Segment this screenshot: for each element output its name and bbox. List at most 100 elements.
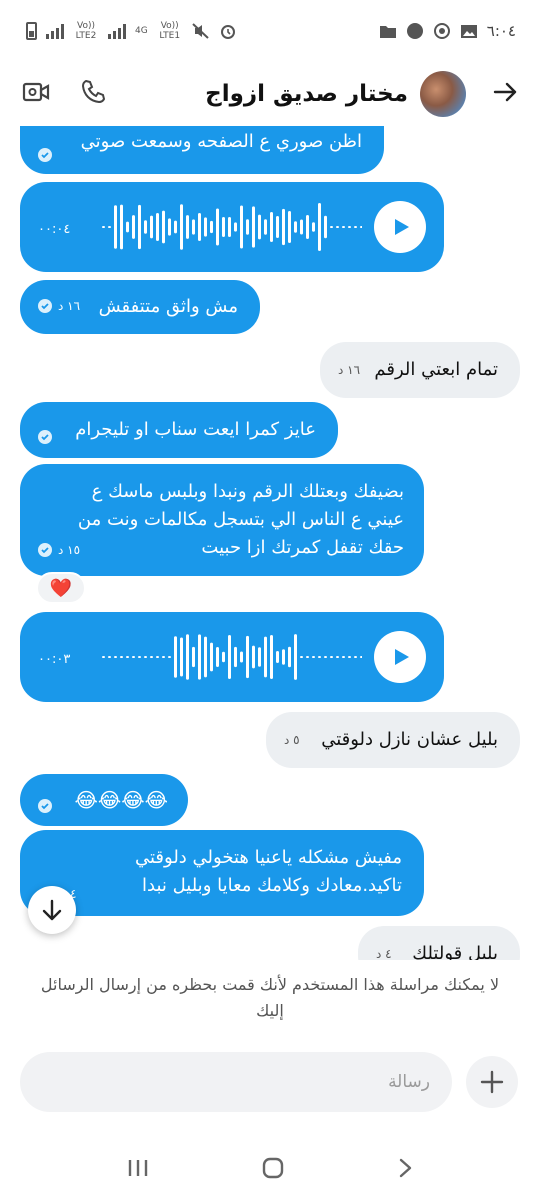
voice-message[interactable]: ٠٠:٠٤	[20, 182, 444, 272]
back-button[interactable]	[396, 1157, 414, 1183]
play-button[interactable]	[374, 631, 426, 683]
seen-check-icon	[38, 148, 52, 162]
heart-reaction[interactable]: ❤️	[36, 572, 86, 604]
waveform-bar	[114, 205, 117, 249]
battery-icon	[26, 22, 37, 40]
video-call-icon[interactable]	[22, 81, 50, 107]
play-button[interactable]	[374, 201, 426, 253]
message-text: بضيفك وبعتلك الرقم ونبدا وبلبس ماسك ع عي…	[78, 478, 404, 562]
waveform-bar	[144, 220, 147, 234]
message-list[interactable]: اظن صوري ع الصفحه وسمعت صوتي ٠٠:٠٤ مش وا…	[0, 126, 540, 960]
sent-message[interactable]: اظن صوري ع الصفحه وسمعت صوتي	[20, 126, 384, 174]
message-time: ١٦ د	[58, 299, 81, 313]
back-arrow-icon[interactable]	[492, 81, 518, 107]
waveform-bar	[330, 226, 333, 228]
waveform-bar	[300, 656, 303, 658]
message-line: عيني ع الناس الي بتسجل مكالمات ونت من	[77, 509, 404, 530]
message-composer[interactable]	[20, 1052, 452, 1112]
message-meta: ١٥ د	[38, 536, 80, 564]
waveform-bar	[306, 214, 309, 240]
waveform-bar	[162, 656, 165, 658]
waveform-bar	[318, 203, 321, 251]
sent-message[interactable]: مش واثق متتفقش ١٦ د	[20, 280, 260, 334]
waveform-bar	[240, 651, 243, 663]
waveform-bar	[252, 206, 255, 248]
signal-icon	[46, 23, 64, 39]
message-text: 😂😂😂😂	[74, 788, 168, 812]
voice-call-icon[interactable]	[80, 79, 106, 109]
add-button[interactable]	[466, 1056, 518, 1108]
message-line: بضيفك وبعتلك الرقم ونبدا وبلبس ماسك ع	[91, 481, 404, 502]
message-text: تمام ابعتي الرقم	[374, 359, 498, 380]
waveform-bar	[180, 637, 183, 677]
arrow-down-icon	[42, 899, 62, 921]
message-line: تاكيد.معادك وكلامك معايا وبليل نبدا	[142, 875, 402, 896]
received-message[interactable]: بليل قولتلك ٤ د	[358, 926, 520, 960]
waveform-bar	[342, 226, 345, 228]
waveform-bar	[132, 656, 135, 658]
recent-apps-icon	[128, 1160, 147, 1176]
blocked-notice: لا يمكنك مراسلة هذا المستخدم لأنك قمت بح…	[20, 972, 520, 1024]
waveform-bar	[192, 219, 195, 235]
waveform-bar	[174, 220, 177, 234]
waveform-bar	[240, 205, 243, 249]
waveform-bar	[228, 635, 231, 679]
sim1-label: Vo)) LTE1	[159, 21, 181, 41]
waveform-bar	[282, 649, 285, 665]
waveform-bar	[294, 634, 297, 680]
waveform-bar	[156, 656, 159, 658]
waveform-bar	[102, 226, 105, 228]
sent-message[interactable]: بضيفك وبعتلك الرقم ونبدا وبلبس ماسك ع عي…	[20, 464, 424, 576]
status-bar: Vo)) LTE2 4G Vo)) LTE1 ٦:٠٤	[0, 0, 540, 62]
status-right: ٦:٠٤	[379, 22, 516, 40]
waveform-bar	[144, 656, 147, 658]
waveform-bar	[312, 656, 315, 658]
waveform-bar	[270, 211, 273, 243]
message-time: ٥ د	[284, 733, 300, 747]
waveform-bar	[126, 656, 129, 658]
waveform-bar	[108, 656, 111, 658]
waveform-bar	[174, 636, 177, 678]
seen-check-icon	[38, 430, 52, 444]
waveform-bar	[234, 646, 237, 668]
waveform-bar	[210, 642, 213, 672]
waveform-bar	[120, 204, 123, 250]
folder-icon	[379, 23, 397, 39]
seen-check-icon	[38, 299, 52, 313]
home-button[interactable]	[261, 1156, 285, 1184]
waveform-bar	[102, 656, 105, 658]
scroll-to-bottom-button[interactable]	[28, 886, 76, 934]
waveform-bar	[300, 219, 303, 235]
waveform-bar	[114, 656, 117, 658]
sent-message[interactable]: 😂😂😂😂	[20, 774, 188, 826]
sent-message[interactable]: عايز كمرا ايعت سناب او تليجرام	[20, 402, 338, 458]
sent-message[interactable]: مفيش مشكله ياعنيا هتخولي دلوقتي تاكيد.مع…	[20, 830, 424, 916]
waveform-bar	[330, 656, 333, 658]
waveform-bar	[288, 210, 291, 244]
waveform-bar	[168, 218, 171, 236]
recent-apps-button[interactable]	[126, 1158, 150, 1182]
header-contact[interactable]: مختار صديق ازواج	[205, 71, 518, 117]
waveform-bar	[210, 220, 213, 234]
waveform-bar	[360, 226, 362, 228]
voice-message[interactable]: ٠٠:٠٣	[20, 612, 444, 702]
waveform-bar	[150, 215, 153, 239]
avatar[interactable]	[420, 71, 466, 117]
waveform	[102, 203, 362, 251]
waveform-bar	[138, 204, 141, 250]
whatsapp-icon	[433, 23, 451, 39]
seen-check-icon	[38, 543, 52, 557]
waveform-bar	[324, 215, 327, 239]
contact-name: مختار صديق ازواج	[205, 81, 408, 107]
waveform-bar	[294, 221, 297, 233]
waveform-bar	[138, 656, 141, 658]
waveform-bar	[360, 656, 362, 658]
blocked-notice-line: إليك	[256, 1001, 284, 1020]
received-message[interactable]: تمام ابعتي الرقم ١٦ د	[320, 342, 520, 398]
waveform-bar	[270, 635, 273, 679]
message-input[interactable]	[20, 1072, 430, 1092]
waveform-bar	[336, 226, 339, 228]
waveform-bar	[222, 651, 225, 663]
received-message[interactable]: بليل عشان نازل دلوقتي ٥ د	[266, 712, 520, 768]
waveform-bar	[222, 216, 225, 238]
